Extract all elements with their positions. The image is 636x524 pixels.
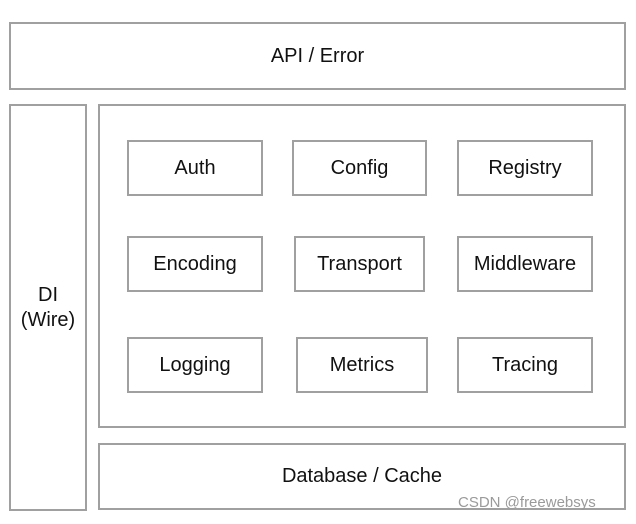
component-tracing: Tracing (457, 337, 593, 393)
metrics-label: Metrics (329, 353, 395, 376)
transport-label: Transport (317, 252, 402, 275)
logging-label: Logging (159, 353, 231, 376)
di-label: DI (38, 283, 58, 306)
wire-label: (Wire) (20, 308, 76, 331)
registry-label: Registry (488, 156, 562, 179)
component-config: Config (292, 140, 427, 196)
database-cache-label: Database / Cache (281, 465, 443, 487)
component-middleware: Middleware (457, 236, 593, 292)
di-wire-layer: DI (Wire) (9, 104, 87, 511)
auth-label: Auth (174, 156, 216, 179)
component-auth: Auth (127, 140, 263, 196)
api-error-layer: API / Error (9, 22, 626, 90)
api-error-label: API / Error (270, 44, 365, 67)
config-label: Config (330, 156, 389, 179)
tracing-label: Tracing (492, 353, 558, 376)
encoding-label: Encoding (153, 252, 237, 275)
middleware-label: Middleware (473, 252, 577, 275)
watermark: CSDN @freewebsys (458, 494, 596, 511)
component-metrics: Metrics (296, 337, 428, 393)
component-transport: Transport (294, 236, 425, 292)
component-encoding: Encoding (127, 236, 263, 292)
component-logging: Logging (127, 337, 263, 393)
component-registry: Registry (457, 140, 593, 196)
